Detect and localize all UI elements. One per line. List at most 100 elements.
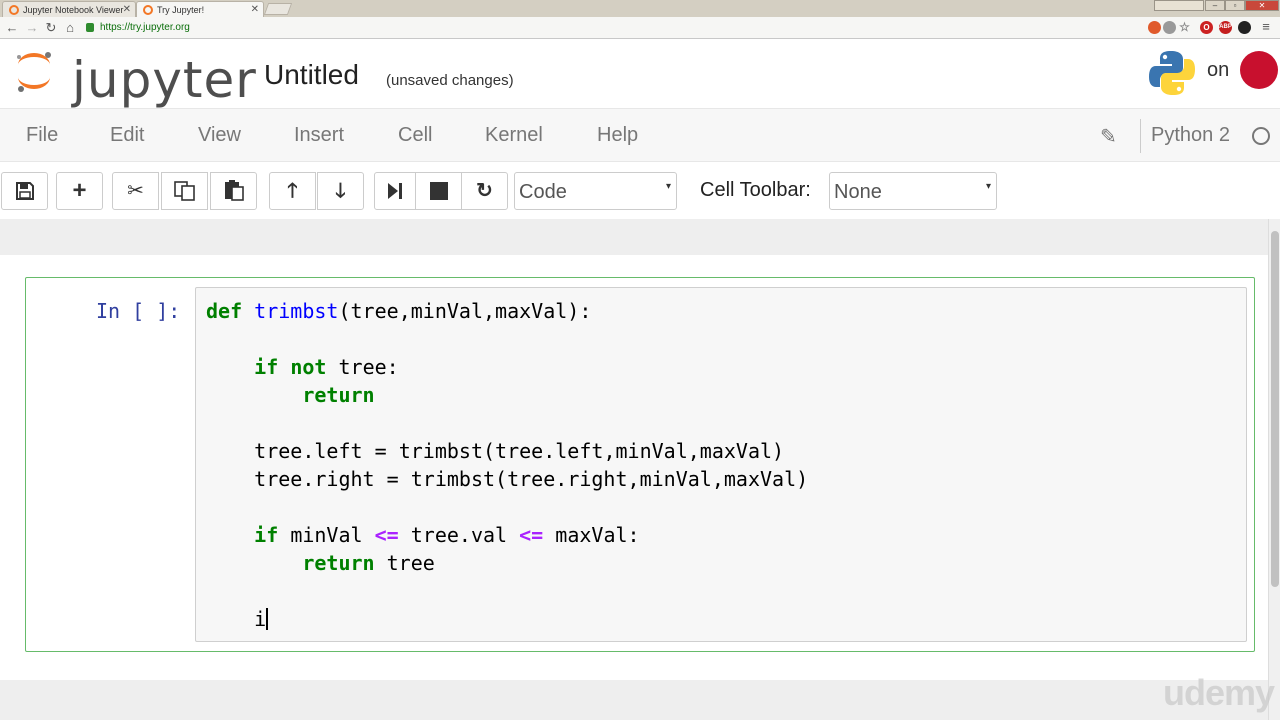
cell-toolbar-label: Cell Toolbar: (700, 179, 811, 201)
scissors-icon: ✂ (127, 180, 144, 202)
text-cursor (266, 608, 269, 630)
minimize-icon[interactable]: – (1205, 0, 1225, 11)
menu-bar: File Edit View Insert Cell Kernel Help ✎… (0, 108, 1280, 162)
arrow-down-icon: 🡓 (335, 180, 346, 202)
cell-toolbar-value: None (834, 181, 882, 203)
rackspace-logo-icon (1240, 51, 1278, 89)
cell-type-select[interactable]: Code ▾ (514, 172, 677, 210)
python-logo-icon (1149, 51, 1195, 95)
input-prompt: In [ ]: (96, 299, 181, 323)
code-line: return tree (302, 551, 435, 575)
extension-icon[interactable] (1238, 21, 1251, 34)
star-icon[interactable]: ☆ (1178, 21, 1191, 34)
jupyter-favicon-icon (143, 5, 153, 15)
cut-cell-button[interactable]: ✂ (112, 172, 159, 210)
notebook-toolbar: + ✂ 🡑 🡓 ↻ Code ▾ Cell Toolbar: None ▾ (0, 163, 1280, 219)
code-cell[interactable]: In [ ]: def trimbst(tree,minVal,maxVal):… (25, 277, 1255, 652)
notebook-container: In [ ]: def trimbst(tree,minVal,maxVal):… (0, 255, 1268, 680)
menu-icon[interactable]: ≡ (1258, 19, 1274, 34)
notebook-title[interactable]: Untitled (264, 59, 359, 91)
code-line: return (302, 383, 375, 407)
adblock-icon[interactable]: ABP (1219, 21, 1232, 34)
jupyter-wordmark: jupyter (72, 51, 257, 109)
opera-icon[interactable]: O (1200, 21, 1213, 34)
search-icon[interactable] (1163, 21, 1176, 34)
kernel-idle-indicator-icon (1252, 127, 1270, 145)
step-forward-icon (388, 183, 402, 199)
restart-kernel-button[interactable]: ↻ (461, 172, 508, 210)
move-cell-up-button[interactable]: 🡑 (269, 172, 316, 210)
url-input[interactable]: https://try.jupyter.org (84, 19, 1154, 37)
browser-address-bar: ← → ↻ ⌂ https://try.jupyter.org ☆ O ABP … (0, 17, 1280, 39)
notebook-header: jupyter Untitled (unsaved changes) on (0, 39, 1280, 109)
stop-icon (429, 182, 448, 200)
code-line: def trimbst(tree,minVal,maxVal): (206, 299, 592, 323)
refresh-icon: ↻ (476, 180, 493, 202)
close-window-icon[interactable]: ✕ (1245, 0, 1279, 11)
code-line: i (254, 607, 269, 631)
tab-label: Try Jupyter! (157, 5, 205, 15)
menu-file[interactable]: File (26, 124, 58, 147)
page-scrollbar[interactable] (1268, 219, 1280, 720)
save-status: (unsaved changes) (386, 72, 514, 89)
menu-edit[interactable]: Edit (110, 124, 144, 147)
close-tab-icon[interactable]: ✕ (251, 4, 259, 15)
home-icon[interactable]: ⌂ (62, 20, 78, 35)
back-arrow-icon[interactable]: ← (4, 20, 20, 35)
dropdown-caret-icon: ▾ (665, 181, 671, 192)
arrow-up-icon: 🡑 (287, 180, 298, 202)
run-cell-button[interactable] (374, 172, 416, 210)
code-line: tree.right = trimbst(tree.right,minVal,m… (254, 467, 809, 491)
copy-cell-button[interactable] (161, 172, 208, 210)
plus-icon: + (72, 177, 87, 204)
tab-try-jupyter[interactable]: Try Jupyter! ✕ (136, 1, 264, 17)
save-button[interactable] (1, 172, 48, 210)
jupyter-logo-icon (17, 52, 51, 92)
cell-toolbar-select[interactable]: None ▾ (829, 172, 997, 210)
scrollbar-thumb[interactable] (1271, 231, 1279, 587)
user-profile-button[interactable] (1154, 0, 1204, 11)
dropdown-caret-icon: ▾ (985, 181, 991, 192)
paste-clipboard-icon (224, 180, 244, 201)
menu-help[interactable]: Help (597, 124, 638, 147)
code-editor[interactable]: def trimbst(tree,minVal,maxVal): if not … (195, 287, 1247, 642)
url-text: https://try.jupyter.org (100, 22, 190, 33)
reload-icon[interactable]: ↻ (43, 20, 59, 36)
maximize-icon[interactable]: ▫ (1225, 0, 1245, 11)
forward-arrow-icon[interactable]: → (24, 20, 40, 35)
notebook-background (0, 680, 1280, 720)
insert-cell-below-button[interactable]: + (56, 172, 103, 210)
code-content[interactable]: def trimbst(tree,minVal,maxVal): if not … (206, 297, 808, 633)
lock-icon (86, 23, 94, 32)
divider (1140, 119, 1141, 153)
menu-insert[interactable]: Insert (294, 124, 344, 147)
kernel-name[interactable]: Python 2 (1151, 124, 1230, 147)
paste-cell-button[interactable] (210, 172, 257, 210)
jupyter-favicon-icon (9, 5, 19, 15)
on-text: on (1207, 59, 1230, 81)
close-tab-icon[interactable]: ✕ (123, 4, 131, 15)
tab-notebook-viewer[interactable]: Jupyter Notebook Viewer ✕ (2, 1, 136, 17)
floppy-disk-icon (15, 182, 34, 200)
menu-kernel[interactable]: Kernel (485, 124, 543, 147)
notebook-background (0, 219, 1280, 255)
menu-view[interactable]: View (198, 124, 241, 147)
interrupt-kernel-button[interactable] (415, 172, 462, 210)
new-tab-button[interactable] (263, 3, 293, 15)
edit-mode-pencil-icon: ✎ (1100, 126, 1117, 148)
tab-label: Jupyter Notebook Viewer (23, 5, 124, 15)
udemy-watermark: udemy (1163, 672, 1275, 713)
code-line: tree.left = trimbst(tree.left,minVal,max… (254, 439, 785, 463)
jupyter-logo[interactable]: jupyter (14, 49, 256, 109)
extension-icon[interactable] (1148, 21, 1161, 34)
cell-type-value: Code (519, 181, 567, 203)
code-line: if not tree: (254, 355, 399, 379)
code-line: if minVal <= tree.val <= maxVal: (254, 523, 640, 547)
menu-cell[interactable]: Cell (398, 124, 432, 147)
browser-tab-bar: Jupyter Notebook Viewer ✕ Try Jupyter! ✕… (0, 0, 1280, 17)
move-cell-down-button[interactable]: 🡓 (317, 172, 364, 210)
